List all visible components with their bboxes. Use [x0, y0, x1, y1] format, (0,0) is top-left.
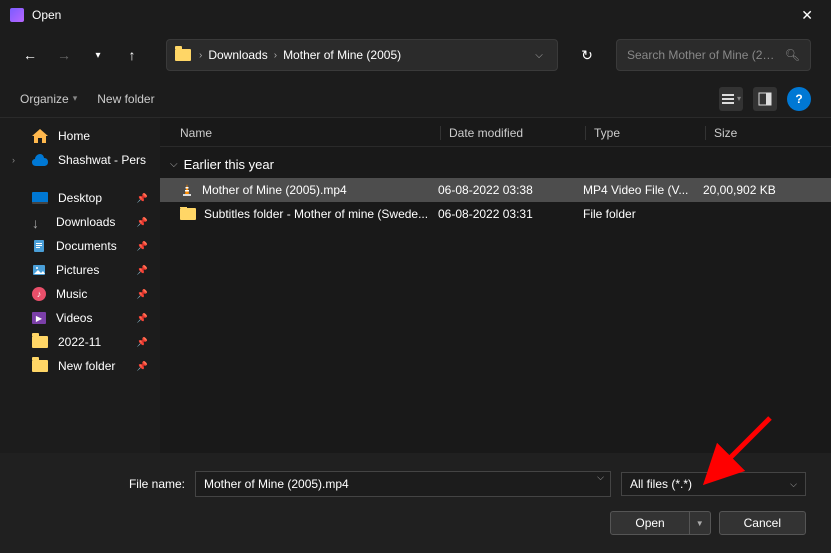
filter-label: All files (*.*) [630, 477, 790, 491]
chevron-right-icon: › [12, 155, 22, 165]
breadcrumb-item[interactable]: Mother of Mine (2005) [283, 48, 401, 62]
chevron-right-icon: › [274, 50, 277, 61]
group-label: Earlier this year [184, 157, 274, 172]
chevron-down-icon: ⌵ [170, 159, 178, 170]
window-title: Open [32, 8, 793, 22]
pin-icon: 📌 [137, 337, 148, 348]
file-name: Mother of Mine (2005).mp4 [202, 183, 347, 197]
preview-pane-icon[interactable] [753, 87, 777, 111]
toolbar: Organize▾ New folder ▾ ? [0, 80, 831, 118]
sidebar-item-label: Desktop [58, 191, 102, 205]
sidebar-item-label: Downloads [56, 215, 115, 229]
sidebar-item-home[interactable]: Home [0, 124, 160, 148]
download-icon: ↓ [32, 215, 46, 229]
breadcrumb: › Downloads › Mother of Mine (2005) [199, 48, 521, 62]
help-icon[interactable]: ? [787, 87, 811, 111]
column-size[interactable]: Size [705, 126, 811, 140]
pin-icon: 📌 [137, 361, 148, 372]
up-button[interactable]: ↑ [122, 47, 142, 63]
folder-icon [175, 49, 191, 61]
file-type: File folder [575, 207, 695, 221]
filetype-filter[interactable]: All files (*.*) ⌵ [621, 472, 806, 496]
file-date: 06-08-2022 03:31 [430, 207, 575, 221]
open-button-group: Open ▼ [610, 511, 710, 535]
open-button[interactable]: Open [610, 511, 689, 535]
filename-input[interactable] [196, 472, 591, 496]
sidebar-item-pictures[interactable]: Pictures 📌 [0, 258, 160, 282]
address-bar[interactable]: › Downloads › Mother of Mine (2005) ⌵ [166, 39, 558, 71]
file-date: 06-08-2022 03:38 [430, 183, 575, 197]
file-type: MP4 Video File (V... [575, 183, 695, 197]
chevron-down-icon: ⌵ [790, 479, 797, 490]
breadcrumb-item[interactable]: Downloads [208, 48, 267, 62]
sidebar-item-newfolder[interactable]: New folder 📌 [0, 354, 160, 378]
sidebar-item-label: Music [56, 287, 87, 301]
sidebar-item-videos[interactable]: ▶ Videos 📌 [0, 306, 160, 330]
sidebar-item-onedrive[interactable]: › Shashwat - Pers [0, 148, 160, 172]
file-name: Subtitles folder - Mother of mine (Swede… [204, 207, 428, 221]
new-folder-button[interactable]: New folder [97, 92, 154, 106]
app-icon [10, 8, 24, 22]
file-row[interactable]: Mother of Mine (2005).mp4 06-08-2022 03:… [160, 178, 831, 202]
sidebar-item-label: New folder [58, 359, 115, 373]
group-header[interactable]: ⌵ Earlier this year [160, 147, 831, 178]
sidebar-item-label: Pictures [56, 263, 99, 277]
documents-icon [32, 239, 46, 253]
sidebar-item-label: Shashwat - Pers [58, 153, 146, 167]
main-area: Home › Shashwat - Pers Desktop 📌 ↓ Downl… [0, 118, 831, 453]
pin-icon: 📌 [137, 265, 148, 276]
organize-button[interactable]: Organize▾ [20, 92, 77, 106]
vlc-icon [180, 183, 194, 197]
pictures-icon [32, 263, 46, 277]
desktop-icon [32, 192, 48, 204]
pin-icon: 📌 [137, 313, 148, 324]
sidebar-item-label: Videos [56, 311, 92, 325]
search-placeholder: Search Mother of Mine (200... [627, 48, 779, 62]
forward-button[interactable]: → [54, 47, 74, 63]
view-list-icon[interactable]: ▾ [719, 87, 743, 111]
pin-icon: 📌 [137, 241, 148, 252]
column-date[interactable]: Date modified [440, 126, 585, 140]
refresh-button[interactable]: ↻ [572, 47, 602, 64]
sidebar-item-label: Documents [56, 239, 117, 253]
pin-icon: 📌 [137, 289, 148, 300]
sidebar: Home › Shashwat - Pers Desktop 📌 ↓ Downl… [0, 118, 160, 453]
folder-icon [180, 208, 196, 220]
search-icon: 🔍︎ [785, 48, 800, 62]
back-button[interactable]: ← [20, 47, 40, 63]
cloud-icon [32, 154, 48, 166]
search-input[interactable]: Search Mother of Mine (200... 🔍︎ [616, 39, 811, 71]
sidebar-item-label: 2022-11 [58, 335, 101, 349]
sidebar-item-documents[interactable]: Documents 📌 [0, 234, 160, 258]
filename-dropdown[interactable]: ⌵ [591, 472, 610, 496]
pin-icon: 📌 [137, 193, 148, 204]
address-dropdown[interactable]: ⌵ [529, 50, 549, 61]
sidebar-item-2022[interactable]: 2022-11 📌 [0, 330, 160, 354]
pin-icon: 📌 [137, 217, 148, 228]
sidebar-item-desktop[interactable]: Desktop 📌 [0, 186, 160, 210]
file-row[interactable]: Subtitles folder - Mother of mine (Swede… [160, 202, 831, 226]
sidebar-item-label: Home [58, 129, 90, 143]
open-dropdown[interactable]: ▼ [690, 511, 711, 535]
videos-icon: ▶ [32, 312, 46, 324]
titlebar: Open ✕ [0, 0, 831, 30]
folder-icon [32, 360, 48, 372]
music-icon: ♪ [32, 287, 46, 301]
folder-icon [32, 336, 48, 348]
cancel-button[interactable]: Cancel [719, 511, 806, 535]
file-pane: Name Date modified Type Size ⌵ Earlier t… [160, 118, 831, 453]
recent-dropdown[interactable]: ▾ [88, 50, 108, 61]
file-size: 20,00,902 KB [695, 183, 811, 197]
close-button[interactable]: ✕ [793, 3, 821, 28]
filename-label: File name: [25, 477, 185, 491]
column-type[interactable]: Type [585, 126, 705, 140]
navbar: ← → ▾ ↑ › Downloads › Mother of Mine (20… [0, 30, 831, 80]
footer: File name: ⌵ All files (*.*) ⌵ Open ▼ Ca… [0, 453, 831, 553]
column-name[interactable]: Name [180, 126, 440, 140]
home-icon [32, 129, 48, 143]
chevron-right-icon: › [199, 50, 202, 61]
sidebar-item-downloads[interactable]: ↓ Downloads 📌 [0, 210, 160, 234]
column-headers: Name Date modified Type Size [160, 118, 831, 147]
sidebar-item-music[interactable]: ♪ Music 📌 [0, 282, 160, 306]
